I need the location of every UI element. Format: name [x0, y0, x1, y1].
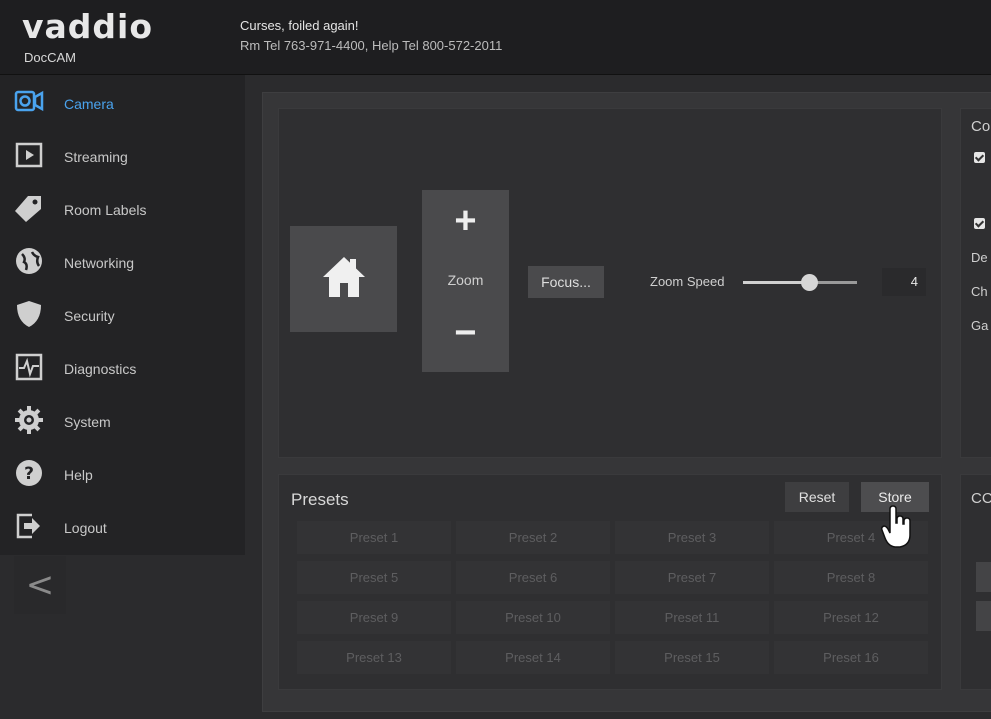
sidebar-item-camera[interactable]: Camera — [0, 77, 245, 130]
ccu-scene-button[interactable] — [976, 562, 991, 592]
sidebar-item-security[interactable]: Security — [0, 289, 245, 342]
sidebar: Camera Streaming Room Labels Networking … — [0, 75, 245, 555]
preset-button[interactable]: Preset 16 — [774, 641, 928, 674]
reset-button[interactable]: Reset — [785, 482, 849, 512]
pulse-icon — [15, 353, 43, 381]
home-button[interactable] — [290, 226, 397, 332]
sidebar-item-label: System — [64, 414, 111, 430]
ccu-scenes-title: CC — [971, 490, 991, 507]
preset-button[interactable]: Preset 7 — [615, 561, 769, 594]
preset-button[interactable]: Preset 9 — [297, 601, 451, 634]
logout-icon — [16, 513, 40, 539]
settings-checkbox[interactable] — [974, 152, 985, 163]
preset-button[interactable]: Preset 10 — [456, 601, 610, 634]
setting-label: Ga — [971, 318, 989, 333]
sidebar-item-label: Streaming — [64, 149, 128, 165]
gear-icon — [15, 406, 43, 434]
preset-button[interactable]: Preset 2 — [456, 521, 610, 554]
focus-button[interactable]: Focus... — [528, 266, 604, 298]
color-settings-title: Co — [971, 118, 991, 135]
preset-button[interactable]: Preset 3 — [615, 521, 769, 554]
hand-cursor-icon — [881, 505, 911, 548]
settings-checkbox[interactable] — [974, 218, 985, 229]
preset-button[interactable]: Preset 8 — [774, 561, 928, 594]
sidebar-item-label: Security — [64, 308, 115, 324]
ccu-scene-button[interactable] — [976, 601, 991, 631]
sidebar-item-diagnostics[interactable]: Diagnostics — [0, 342, 245, 395]
header-message: Curses, foiled again! — [240, 18, 359, 33]
app-header: vaddio DocCAM Curses, foiled again! Rm T… — [0, 0, 991, 75]
shield-icon — [17, 301, 41, 327]
sidebar-item-logout[interactable]: Logout — [0, 501, 245, 554]
zoom-control: + Zoom − — [422, 190, 509, 372]
header-contact: Rm Tel 763-971-4400, Help Tel 800-572-20… — [240, 38, 503, 53]
preset-button[interactable]: Preset 13 — [297, 641, 451, 674]
zoom-speed-label: Zoom Speed — [650, 274, 725, 289]
zoom-speed-value[interactable]: 4 — [882, 268, 926, 296]
sidebar-item-system[interactable]: System — [0, 395, 245, 448]
sidebar-item-label: Networking — [64, 255, 135, 271]
sidebar-item-label: Logout — [64, 520, 107, 536]
preset-button[interactable]: Preset 14 — [456, 641, 610, 674]
question-icon: ? — [16, 460, 42, 486]
preset-button[interactable]: Preset 5 — [297, 561, 451, 594]
sidebar-collapse-button[interactable]: < — [14, 556, 66, 614]
home-icon — [323, 257, 365, 297]
svg-text:?: ? — [24, 464, 34, 484]
preset-button[interactable]: Preset 11 — [615, 601, 769, 634]
globe-icon — [16, 248, 42, 274]
sidebar-item-networking[interactable]: Networking — [0, 236, 245, 289]
zoom-label: Zoom — [447, 272, 484, 288]
play-icon — [15, 142, 43, 168]
preset-button[interactable]: Preset 12 — [774, 601, 928, 634]
sidebar-item-room-labels[interactable]: Room Labels — [0, 183, 245, 236]
preset-button[interactable]: Preset 15 — [615, 641, 769, 674]
preset-button[interactable]: Preset 1 — [297, 521, 451, 554]
sidebar-item-streaming[interactable]: Streaming — [0, 130, 245, 183]
sidebar-item-label: Help — [64, 467, 93, 483]
tag-icon — [15, 196, 41, 222]
sidebar-item-label: Room Labels — [64, 202, 147, 218]
sidebar-item-label: Diagnostics — [64, 361, 137, 377]
vaddio-logo: vaddio — [22, 7, 154, 46]
product-name: DocCAM — [24, 50, 77, 65]
camera-icon — [14, 90, 44, 112]
preset-button[interactable]: Preset 6 — [456, 561, 610, 594]
setting-label: De — [971, 250, 988, 265]
zoom-in-button[interactable]: + — [422, 200, 509, 243]
zoom-out-button[interactable]: − — [422, 312, 509, 355]
sidebar-item-label: Camera — [64, 96, 114, 112]
presets-title: Presets — [291, 490, 349, 509]
setting-label: Ch — [971, 284, 988, 299]
zoom-speed-slider-thumb[interactable] — [801, 274, 818, 291]
sidebar-item-help[interactable]: ? Help — [0, 448, 245, 501]
